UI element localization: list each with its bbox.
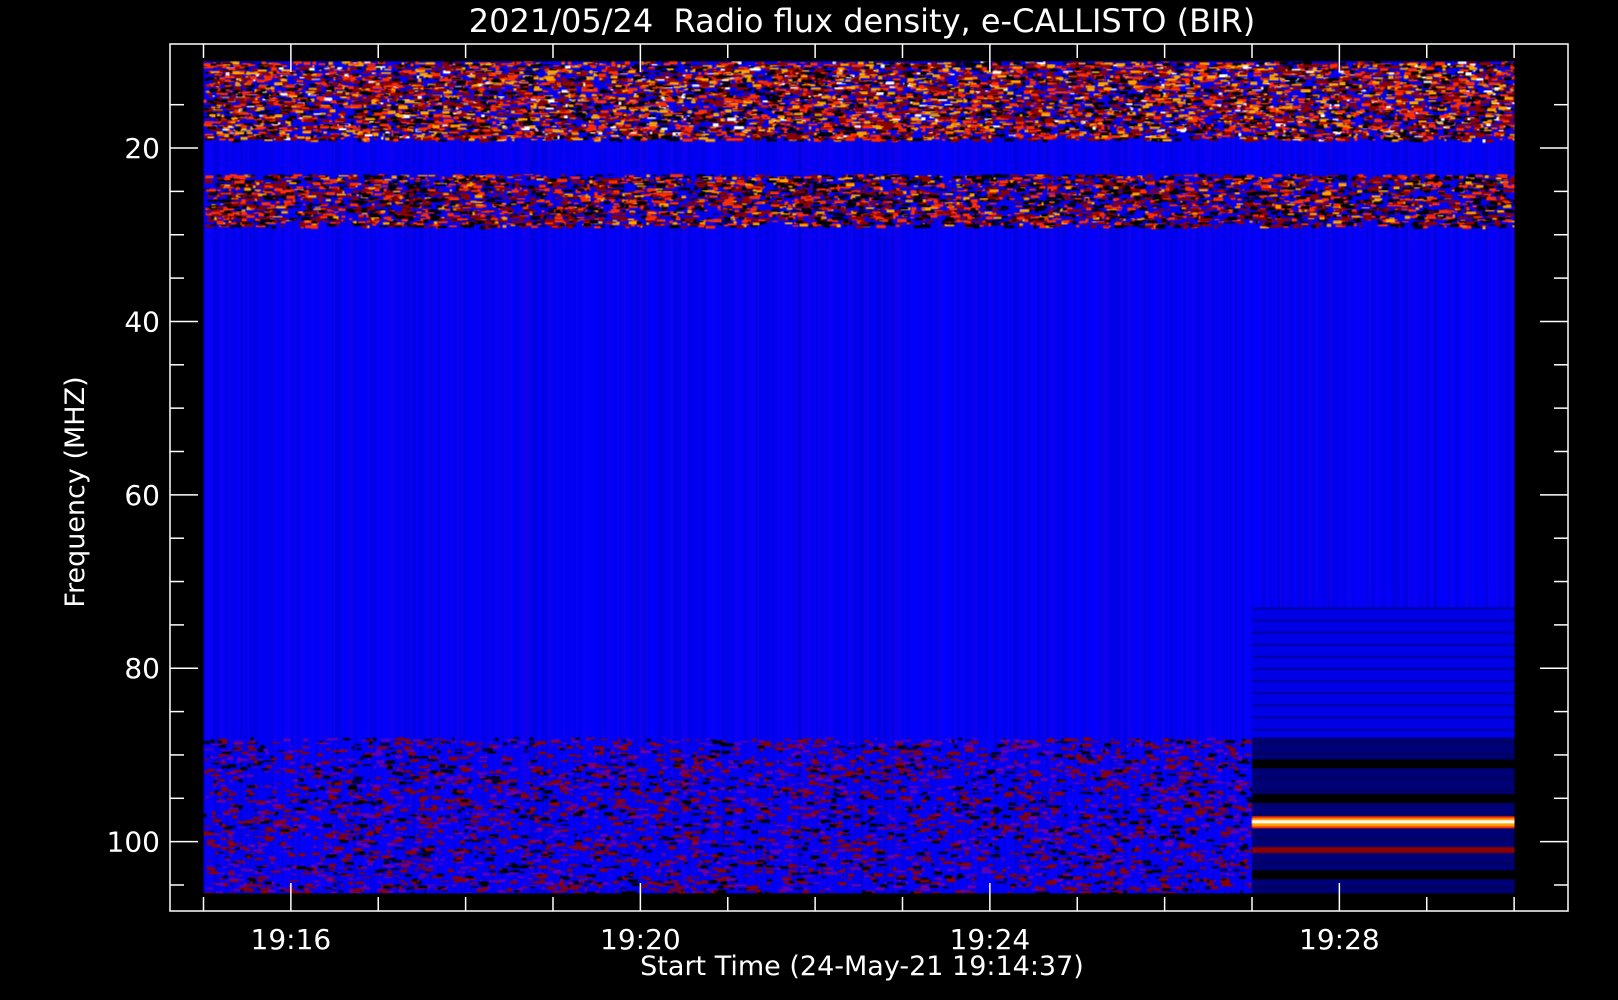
heatmap-area: [203, 61, 1515, 894]
x-tick-label: 19:20: [600, 923, 681, 956]
y-tick-label: 100: [107, 826, 160, 859]
spectrogram-image: [203, 61, 1515, 894]
x-tick-label: 19:28: [1299, 923, 1380, 956]
y-tick-label: 40: [124, 305, 160, 338]
x-tick-label: 19:24: [950, 923, 1031, 956]
x-tick-label: 19:16: [251, 923, 332, 956]
y-tick-label: 20: [124, 132, 160, 165]
y-tick-label: 80: [124, 652, 160, 685]
spectrogram-chart: 2021/05/24 Radio flux density, e-CALLIST…: [60, 2, 1569, 982]
y-tick-label: 60: [124, 479, 160, 512]
y-axis-label: Frequency (MHZ): [60, 376, 91, 607]
chart-title: 2021/05/24 Radio flux density, e-CALLIST…: [469, 2, 1255, 40]
